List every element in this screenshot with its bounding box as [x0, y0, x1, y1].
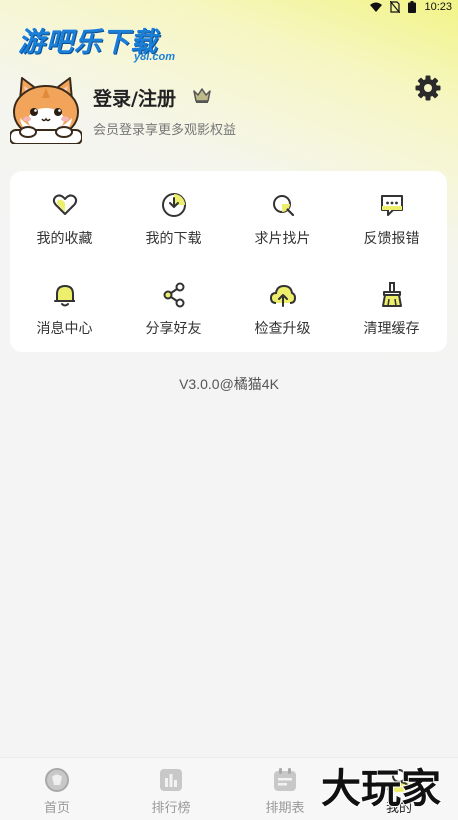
- menu-item-request[interactable]: 求片找片: [228, 171, 337, 251]
- gear-icon[interactable]: [414, 74, 442, 102]
- menu-item-share[interactable]: 分享好友: [119, 261, 228, 341]
- battery-icon: [408, 1, 417, 13]
- tab-label: 首页: [43, 801, 70, 816]
- menu-item-downloads[interactable]: 我的下载: [119, 171, 228, 251]
- feedback-icon: [380, 195, 403, 216]
- menu-item-label: 我的收藏: [36, 231, 93, 247]
- menu-item-clear-cache[interactable]: 清理缓存: [337, 261, 446, 341]
- heart-icon: [52, 194, 77, 215]
- brand-logo: 游吧乐下载 y8l.com: [18, 20, 183, 66]
- menu-item-favorites[interactable]: 我的收藏: [10, 171, 119, 251]
- tab-label: 排期表: [265, 801, 305, 816]
- tab-label: 排行榜: [151, 801, 191, 816]
- share-icon: [163, 282, 184, 308]
- menu-card: 我的收藏 我的下载 求片找片 反馈报错 消息中心 分享好友 检查升级 清理缓存: [10, 171, 447, 352]
- login-subtitle: 会员登录享更多观影权益: [93, 123, 237, 138]
- search-icon: [272, 195, 294, 217]
- home-icon: [45, 768, 69, 792]
- tab-ranking[interactable]: 排行榜: [114, 758, 228, 820]
- version-label: V3.0.0@橘猫4K: [179, 376, 279, 392]
- menu-item-label: 我的下载: [145, 231, 202, 247]
- tab-home[interactable]: 首页: [0, 758, 114, 820]
- bell-icon: [53, 285, 75, 307]
- cat-avatar[interactable]: [10, 74, 82, 144]
- brand-subtitle: y8l.com: [134, 51, 175, 63]
- menu-item-label: 反馈报错: [363, 231, 420, 247]
- watermark: 大玩家: [320, 765, 442, 810]
- menu-item-label: 检查升级: [254, 321, 311, 337]
- menu-item-feedback[interactable]: 反馈报错: [337, 171, 446, 251]
- menu-item-label: 消息中心: [36, 321, 93, 337]
- menu-item-label: 清理缓存: [363, 321, 420, 337]
- no-sim-icon: [390, 1, 401, 13]
- upgrade-icon: [269, 284, 296, 307]
- menu-item-label: 求片找片: [254, 231, 311, 247]
- wifi-icon: [370, 2, 383, 12]
- watermark-text: 大玩家: [321, 766, 441, 810]
- menu-item-label: 分享好友: [145, 321, 202, 337]
- ranking-icon: [160, 769, 182, 791]
- status-bar: 10:23: [0, 0, 458, 14]
- menu-item-upgrade[interactable]: 检查升级: [228, 261, 337, 341]
- broom-icon: [381, 282, 402, 307]
- calendar-icon: [274, 768, 296, 791]
- status-time: 10:23: [424, 1, 452, 13]
- login-register-link[interactable]: 登录/注册: [93, 84, 176, 111]
- menu-item-messages[interactable]: 消息中心: [10, 261, 119, 341]
- crown-icon: [193, 88, 211, 103]
- download-icon: [161, 193, 186, 217]
